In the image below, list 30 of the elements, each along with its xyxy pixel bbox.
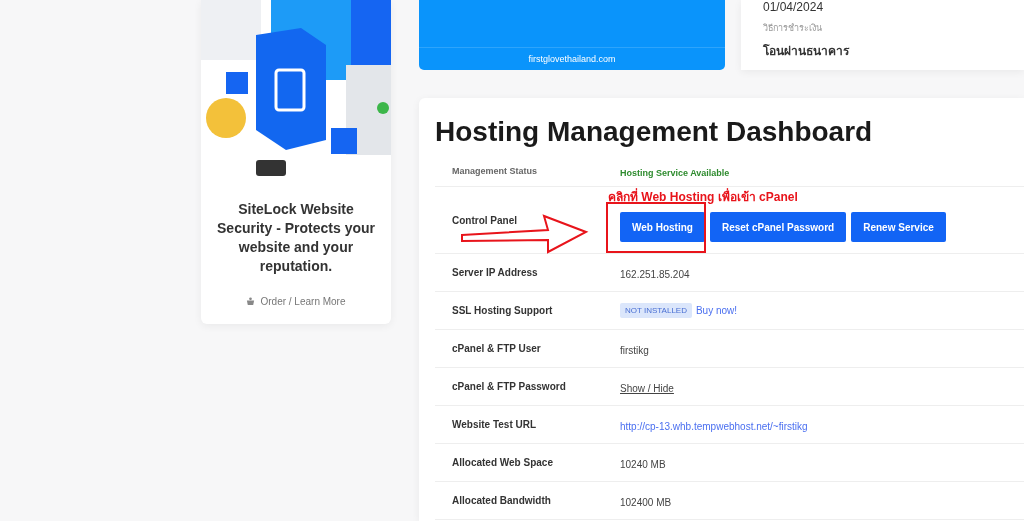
- url-link[interactable]: http://cp-13.whb.tempwebhost.net/~firstikg: [620, 420, 808, 432]
- status-badge: NOT INSTALLED: [620, 303, 692, 318]
- order-link[interactable]: Order / Learn More: [246, 296, 346, 307]
- promo-title: SiteLock Website Security - Protects your website and your reputation.: [216, 200, 376, 276]
- status-text: Hosting Service Available: [620, 168, 730, 178]
- value-text: 162.251.85.204: [620, 268, 690, 280]
- show-hide-link[interactable]: Show / Hide: [620, 382, 674, 394]
- date-text: 01/04/2024: [763, 1, 825, 13]
- value-text: 102400 MB: [620, 496, 672, 508]
- cart-icon: [246, 297, 256, 306]
- row-label: cPanel & FTP User: [452, 343, 542, 354]
- row-label: Management Status: [452, 166, 539, 176]
- payment-value: โอนผ่านธนาคาร: [763, 43, 851, 60]
- buy-link[interactable]: Buy now!: [695, 305, 738, 316]
- annotation-text: คลิกที่ Web Hosting เพื่อเข้า cPanel: [608, 187, 798, 206]
- row-label: Allocated Bandwidth: [452, 495, 552, 506]
- row-label: Control Panel: [452, 214, 518, 226]
- value-text: firstikg: [620, 344, 649, 356]
- dashboard-title: Hosting Management Dashboard: [435, 116, 874, 148]
- row-label: cPanel & FTP Password: [452, 381, 567, 392]
- action-button[interactable]: Renew Service: [851, 212, 946, 242]
- row-label: Allocated Web Space: [452, 457, 554, 468]
- value-text: 10240 MB: [620, 458, 666, 470]
- action-button[interactable]: Web Hosting: [620, 212, 705, 242]
- domain-text: firstglovethailand.com: [419, 47, 725, 70]
- row-label: Website Test URL: [452, 419, 538, 430]
- payment-label: วิธีการชำระเงิน: [763, 22, 823, 35]
- action-button[interactable]: Reset cPanel Password: [709, 212, 847, 242]
- row-label: Server IP Address: [452, 267, 539, 278]
- row-label: SSL Hosting Support: [452, 305, 554, 316]
